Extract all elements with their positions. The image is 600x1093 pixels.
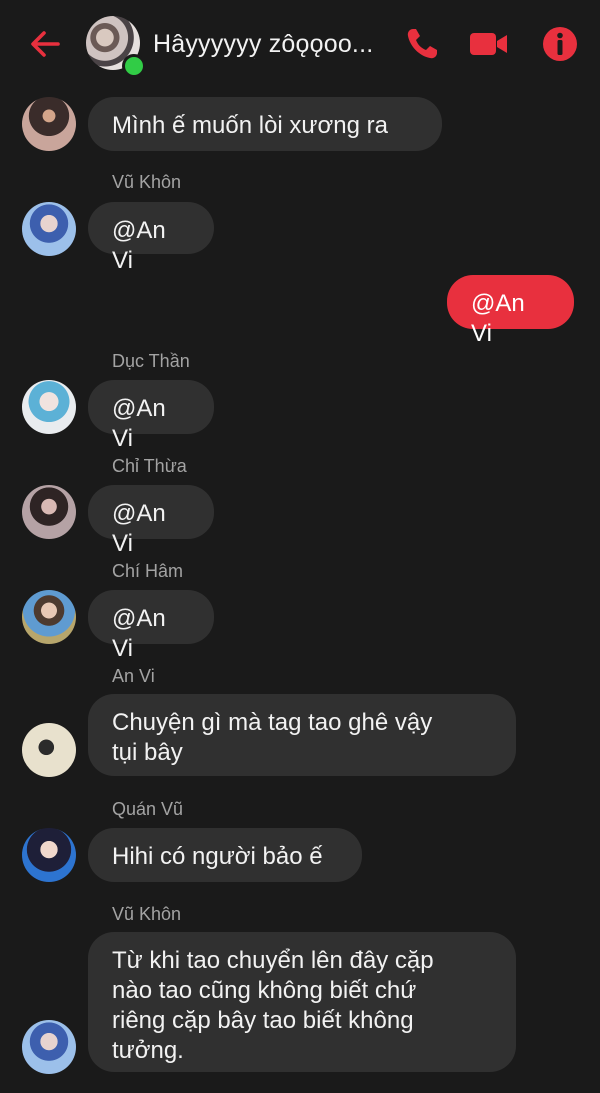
sender-name: An Vi: [112, 666, 155, 686]
chat-title[interactable]: Hâyyyyyy̯ zôǫǫoo...: [153, 30, 393, 59]
message-line: Từ khi tao chuyển lên đây cặp: [112, 947, 434, 974]
chat-screen: Hâyyyyyy̯ zôǫǫoo... Mình ế muốn lòi xươn…: [0, 0, 600, 1093]
message-bubble[interactable]: @An Vi: [88, 485, 214, 557]
message-bubble[interactable]: Mình ế muốn lòi xương ra: [88, 97, 442, 151]
message-bubble[interactable]: @An Vi: [88, 590, 214, 662]
sender-avatar[interactable]: [22, 202, 76, 256]
sender-name: Vũ Khôn: [112, 172, 182, 192]
sender-name: Chí Hâm: [112, 561, 184, 581]
chat-header: Hâyyyyyy̯ zôǫǫoo...: [0, 0, 600, 88]
sender-avatar[interactable]: [22, 485, 76, 539]
sender-avatar[interactable]: [22, 380, 76, 434]
sender-avatar[interactable]: [22, 590, 76, 644]
info-icon[interactable]: [540, 24, 580, 64]
sender-avatar[interactable]: [22, 828, 76, 882]
outgoing-message-bubble[interactable]: @An Vi: [447, 275, 574, 347]
message-line: tưởng.: [112, 1037, 184, 1064]
sender-avatar[interactable]: [22, 97, 76, 151]
message-bubble[interactable]: @An Vi: [88, 202, 214, 274]
sender-name: Vũ Khôn: [112, 904, 182, 924]
sender-avatar[interactable]: [22, 1020, 76, 1074]
sender-name: Chỉ Thừa: [112, 456, 187, 476]
sender-avatar[interactable]: [22, 723, 76, 777]
message-bubble[interactable]: Chuyện gì mà tag tao ghê vậy tụi bây: [88, 694, 516, 776]
sender-name: Quán Vũ: [112, 799, 184, 819]
message-bubble[interactable]: Hihi có người bảo ế: [88, 828, 362, 882]
online-status-icon: [122, 54, 146, 78]
video-call-icon[interactable]: [468, 24, 508, 64]
message-bubble[interactable]: @An Vi: [88, 380, 214, 452]
phone-call-icon[interactable]: [402, 24, 442, 64]
message-line: riêng cặp bây tao biết không: [112, 1007, 414, 1034]
back-arrow-icon[interactable]: [26, 24, 66, 64]
message-bubble[interactable]: Từ khi tao chuyển lên đây cặp nào tao cũ…: [88, 932, 516, 1072]
message-line: nào tao cũng không biết chứ: [112, 977, 417, 1004]
message-line: Chuyện gì mà tag tao ghê vậy: [112, 709, 433, 736]
sender-name: Dục Thần: [112, 351, 190, 371]
message-line: tụi bây: [112, 739, 183, 766]
